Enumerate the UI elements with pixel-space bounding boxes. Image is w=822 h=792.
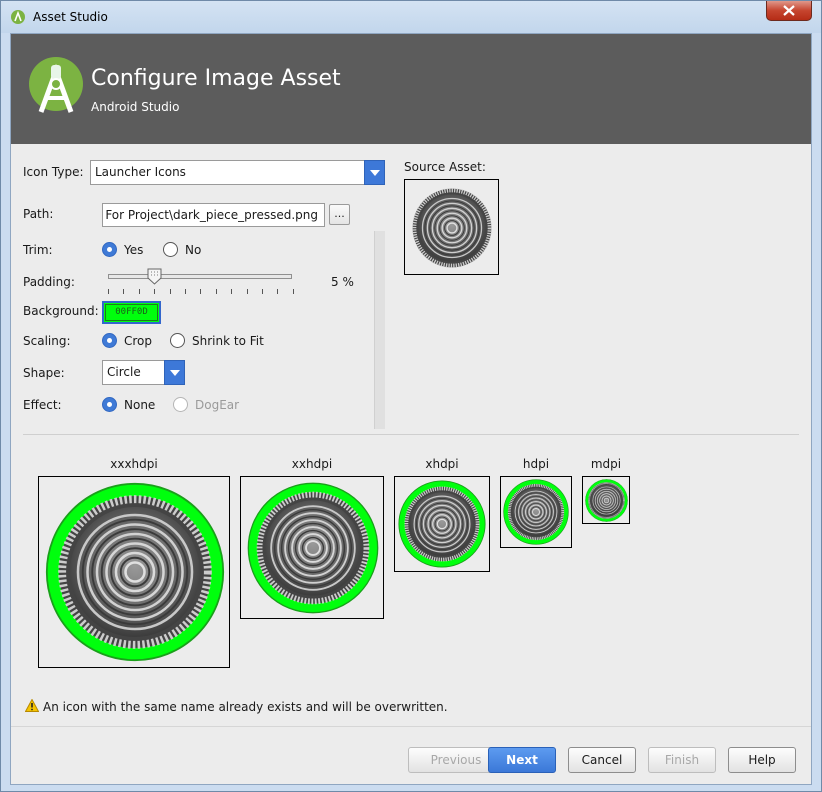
- android-studio-logo: [29, 57, 83, 113]
- preview-label-xhdpi: xhdpi: [425, 457, 459, 471]
- effect-none-radio[interactable]: [102, 397, 117, 412]
- padding-value: 5 %: [331, 275, 354, 289]
- scaling-crop-label: Crop: [124, 334, 153, 348]
- preview-label-hdpi: hdpi: [522, 457, 550, 471]
- effect-dogear-label: DogEar: [195, 398, 240, 412]
- trim-yes-label: Yes: [124, 243, 144, 257]
- preview-hdpi: [500, 476, 572, 548]
- close-icon: [783, 5, 795, 16]
- padding-slider-thumb[interactable]: [147, 268, 162, 285]
- preview-icon-mdpi: [585, 479, 628, 522]
- scaling-shrink-radio[interactable]: [170, 333, 185, 348]
- background-color-swatch[interactable]: 00FF0D: [102, 301, 161, 324]
- chevron-down-icon[interactable]: [364, 160, 385, 185]
- shape-label: Shape:: [23, 366, 65, 380]
- help-button[interactable]: Help: [728, 747, 796, 773]
- footer-divider: [11, 726, 811, 727]
- scaling-shrink-label: Shrink to Fit: [192, 334, 264, 348]
- trim-yes-radio[interactable]: [102, 242, 117, 257]
- preview-mdpi: [582, 476, 630, 524]
- preview-icon-xxxhdpi: [45, 482, 225, 662]
- preview-label-xxhdpi: xxhdpi: [291, 457, 333, 471]
- finish-button[interactable]: Finish: [648, 747, 716, 773]
- next-button[interactable]: Next: [488, 747, 556, 773]
- source-asset-label: Source Asset:: [404, 160, 486, 174]
- shape-dropdown[interactable]: Circle: [102, 360, 185, 385]
- path-value: sed For Project\dark_piece_pressed.png: [102, 208, 318, 222]
- source-asset-preview: [404, 179, 499, 275]
- effect-dogear-radio[interactable]: [173, 397, 188, 412]
- chevron-down-icon[interactable]: [164, 360, 185, 385]
- browse-button[interactable]: ...: [329, 204, 350, 225]
- icon-type-label: Icon Type:: [23, 165, 84, 179]
- preview-icon-xxhdpi: [247, 482, 379, 614]
- trim-no-radio[interactable]: [163, 242, 178, 257]
- padding-slider-track[interactable]: [108, 274, 292, 279]
- preview-label-xxxhdpi: xxxhdpi: [110, 457, 158, 471]
- preview-xxhdpi: [240, 476, 384, 619]
- window-title: Asset Studio: [33, 10, 108, 24]
- cancel-button[interactable]: Cancel: [568, 747, 636, 773]
- dialog-body: Configure Image Asset Android Studio Ico…: [10, 33, 812, 785]
- path-field[interactable]: sed For Project\dark_piece_pressed.png: [102, 203, 325, 227]
- effect-none-label: None: [124, 398, 156, 412]
- path-label: Path:: [23, 207, 54, 221]
- trim-label: Trim:: [23, 243, 53, 257]
- padding-slider-ticks: [108, 289, 294, 295]
- padding-label: Padding:: [23, 275, 75, 289]
- background-color-value: 00FF0D: [105, 304, 158, 321]
- warning-icon: [25, 699, 39, 712]
- preview-label-mdpi: mdpi: [590, 457, 622, 471]
- dialog-header: Configure Image Asset Android Studio: [11, 34, 811, 144]
- title-bar: Asset Studio: [1, 1, 821, 33]
- section-divider: [23, 434, 799, 435]
- trim-no-label: No: [185, 243, 202, 257]
- icon-type-value: Launcher Icons: [95, 165, 186, 179]
- shape-value: Circle: [107, 365, 141, 379]
- scaling-crop-radio[interactable]: [102, 333, 117, 348]
- warning-message: An icon with the same name already exist…: [43, 700, 448, 714]
- page-subtitle: Android Studio: [91, 100, 180, 114]
- window-close-button[interactable]: [766, 1, 812, 21]
- android-studio-app-icon: [11, 10, 25, 24]
- effect-label: Effect:: [23, 398, 62, 412]
- options-scrollbar[interactable]: [374, 231, 385, 429]
- background-label: Background:: [23, 304, 99, 318]
- preview-xhdpi: [394, 476, 490, 572]
- source-image: [411, 187, 493, 269]
- preview-icon-hdpi: [503, 479, 569, 545]
- scaling-label: Scaling:: [23, 334, 71, 348]
- icon-type-dropdown[interactable]: Launcher Icons: [90, 160, 385, 185]
- page-title: Configure Image Asset: [91, 66, 341, 91]
- asset-studio-window: Asset Studio Configure Image Asset Andro…: [0, 0, 822, 792]
- preview-xxxhdpi: [38, 476, 230, 668]
- preview-icon-xhdpi: [398, 480, 486, 568]
